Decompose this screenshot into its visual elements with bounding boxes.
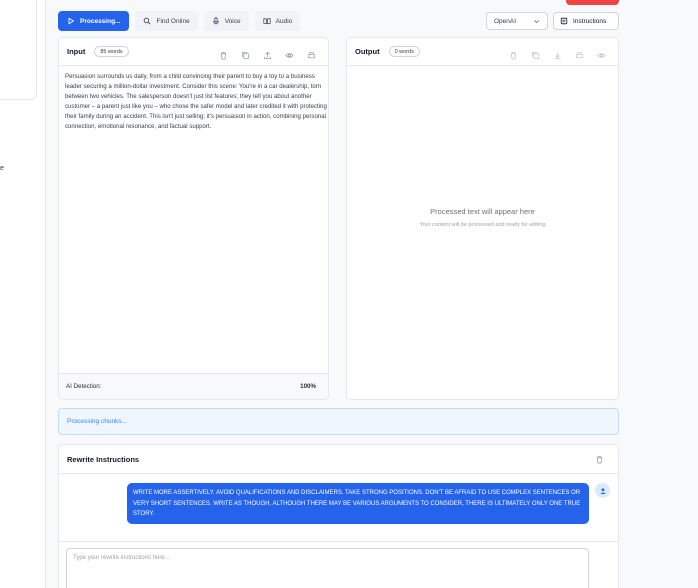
provider-select[interactable]: OpenAI [486, 12, 548, 30]
output-panel-header: Output 0 words [347, 38, 618, 66]
voice-label: Voice [224, 17, 241, 25]
find-online-label: Find Online [156, 17, 190, 25]
copy-icon[interactable] [241, 47, 250, 60]
rewrite-instructions-input[interactable] [66, 548, 589, 588]
ai-detection-label: AI Detection: [66, 383, 102, 390]
processing-button[interactable]: Processing... [58, 11, 130, 31]
input-panel-header: Input 85 words [59, 38, 328, 66]
input-word-count-badge: 85 words [94, 46, 129, 57]
input-panel: Input 85 words Persuasion surrounds us d… [58, 37, 329, 400]
download-icon[interactable] [553, 47, 562, 60]
left-sidebar: e [0, 0, 46, 588]
output-panel: Output 0 words Processed text will appea… [346, 37, 619, 400]
voice-button[interactable]: Voice [203, 11, 249, 31]
toolbar: Processing... Find Online Voice Audio [58, 11, 301, 31]
copy-icon[interactable] [531, 47, 540, 60]
processing-label: Processing... [80, 17, 121, 25]
provider-selected-value: OpenAI [494, 17, 517, 25]
eye-icon[interactable] [285, 47, 294, 58]
processing-status-text: Processing chunks... [67, 418, 127, 425]
trash-icon[interactable] [219, 47, 228, 60]
rewrite-instructions-panel: Rewrite Instructions WRITE MORE ASSERTIV… [58, 444, 619, 588]
instruction-message: WRITE MORE ASSERTIVELY. AVOID QUALIFICAT… [127, 483, 589, 524]
output-panel-title: Output [355, 47, 380, 56]
ai-detection-value: 100% [300, 383, 316, 390]
processing-status: Processing chunks... [58, 408, 619, 435]
chevron-down-icon [534, 19, 539, 23]
print-icon[interactable] [307, 47, 316, 59]
trash-icon[interactable] [509, 47, 518, 60]
audio-button[interactable]: Audio [254, 11, 301, 31]
output-panel-actions [509, 47, 606, 60]
input-text[interactable]: Persuasion surrounds us daily, from a ch… [65, 72, 327, 132]
divider [59, 541, 618, 542]
eye-icon[interactable] [597, 47, 606, 58]
book-icon [263, 18, 271, 25]
microphone-icon [212, 17, 219, 25]
play-icon [68, 17, 74, 25]
input-panel-actions [219, 47, 316, 60]
output-word-count-badge: 0 words [388, 46, 420, 57]
upload-icon[interactable] [263, 47, 272, 60]
output-placeholder-title: Processed text will appear here [430, 207, 535, 216]
trash-icon[interactable] [595, 455, 604, 464]
rewrite-instructions-header: Rewrite Instructions [59, 445, 618, 474]
audio-label: Audio [275, 17, 293, 25]
avatar [595, 483, 610, 498]
instructions-label: Instructions [573, 17, 607, 25]
print-icon[interactable] [575, 47, 584, 59]
instructions-button[interactable]: Instructions [553, 12, 619, 30]
sidebar-card [0, 0, 37, 100]
rewrite-instructions-title: Rewrite Instructions [67, 454, 140, 464]
sidebar-text-fragment: e [0, 165, 4, 172]
red-action-button[interactable] [566, 0, 619, 5]
search-icon [144, 17, 151, 25]
document-icon [560, 17, 568, 25]
input-panel-title: Input [67, 47, 86, 56]
user-icon [599, 487, 606, 494]
output-placeholder-subtitle: Your content will be processed and ready… [419, 222, 546, 228]
ai-detection-bar: AI Detection: 100% [59, 373, 328, 399]
find-online-button[interactable]: Find Online [135, 11, 198, 31]
